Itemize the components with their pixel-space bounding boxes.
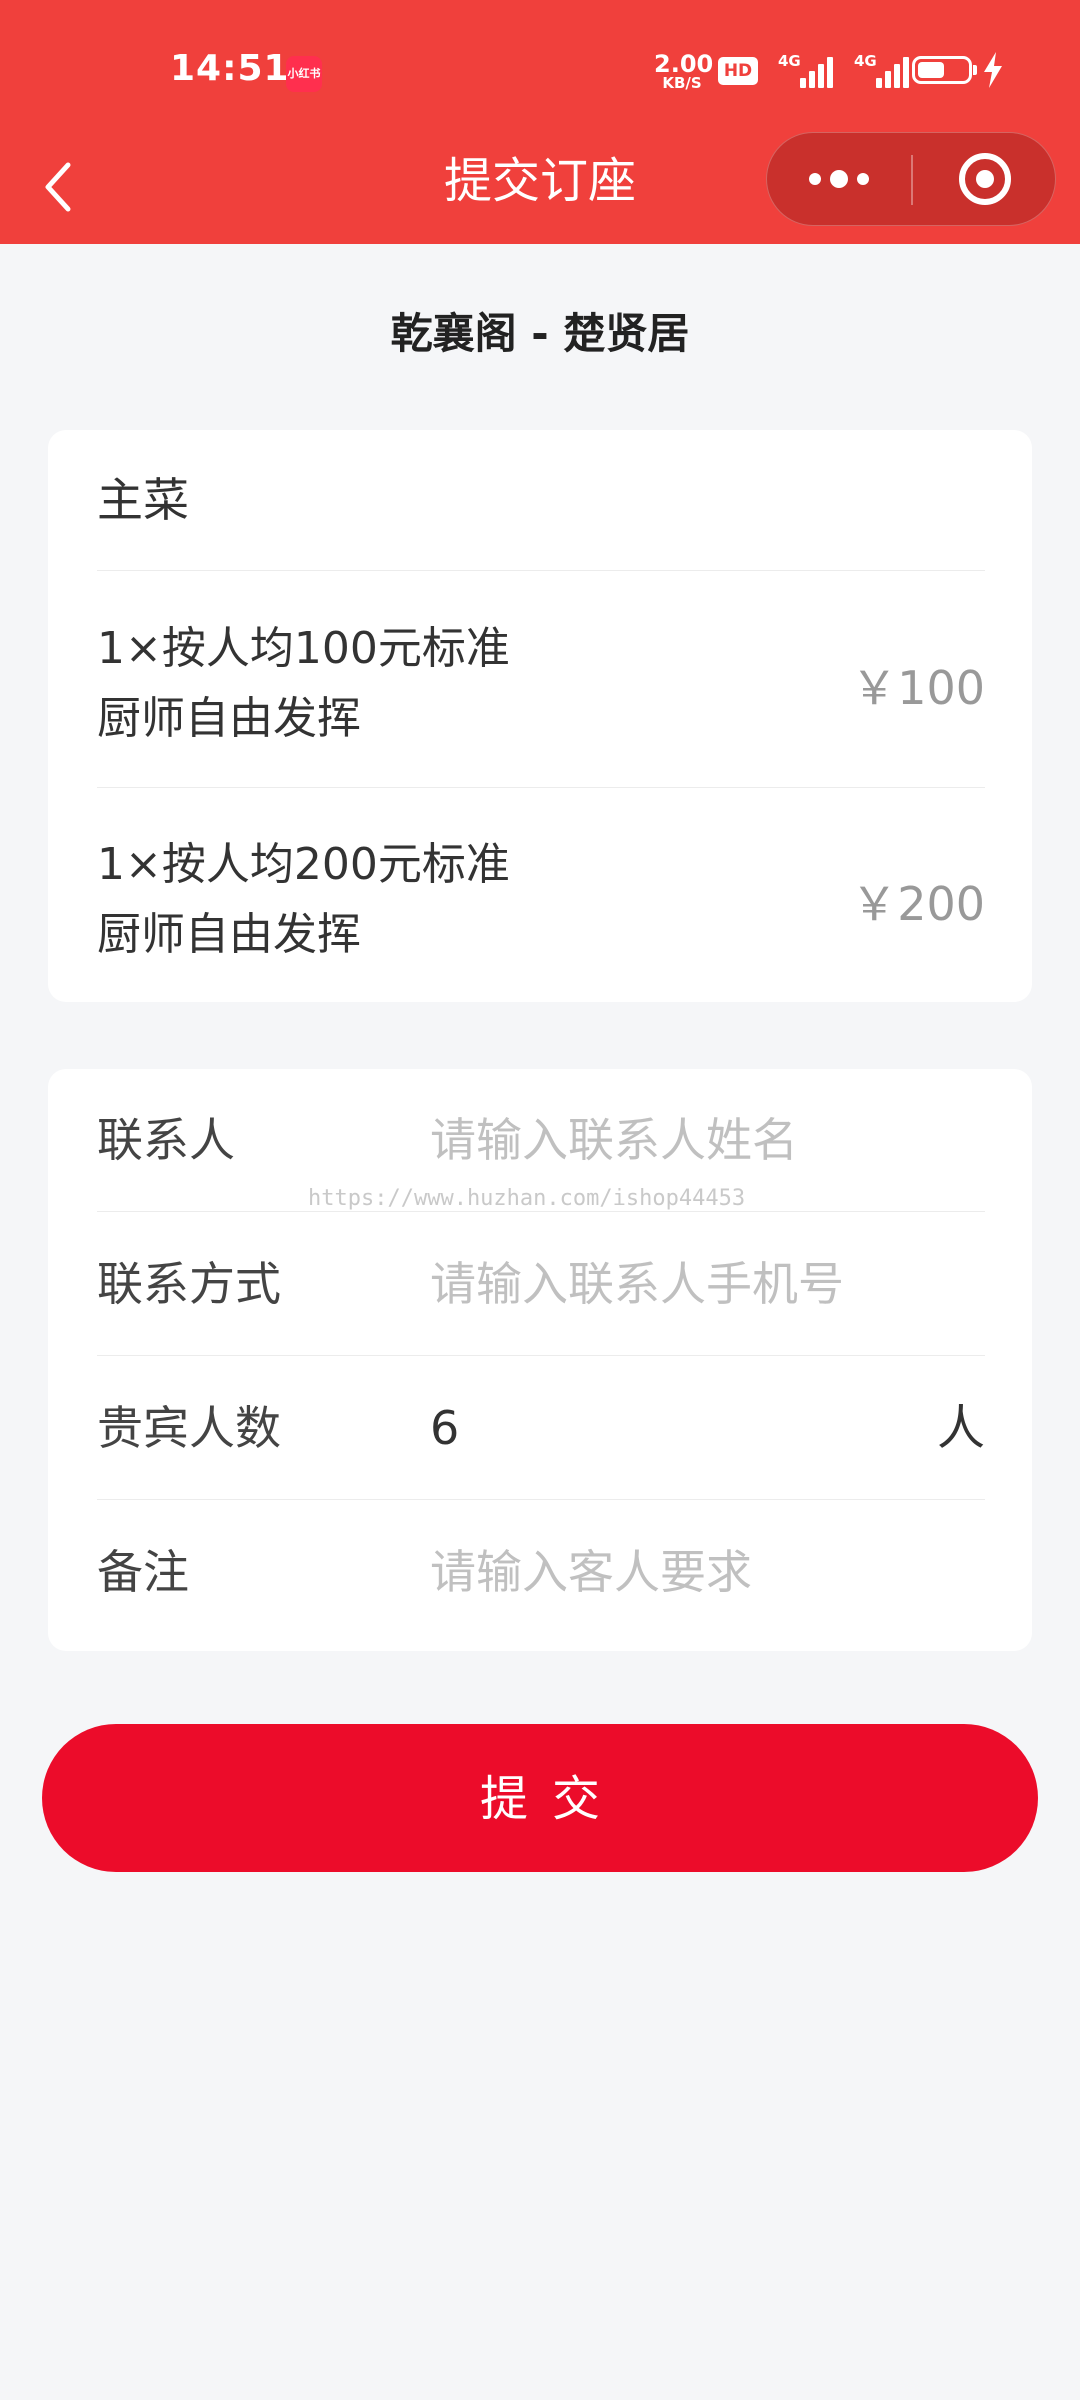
remark-label: 备注 [97,1545,189,1599]
miniprogram-capsule [766,132,1056,226]
phone-row: 联系方式 [48,1213,1032,1355]
network-speed: 2.00 KB/S [654,50,714,92]
contact-form-card: 联系人 联系方式 贵宾人数 人 备注 [48,1069,1032,1651]
phone-input[interactable] [430,1249,930,1319]
submit-button[interactable]: 提交 [42,1724,1038,1872]
navigation-bar: 提交订座 [0,130,1080,244]
dish-item: 1×按人均200元标准 厨师自由发挥 ￥200 [48,788,1032,1000]
dish-note: 厨师自由发挥 [97,909,361,960]
phone-label: 联系方式 [97,1257,281,1311]
dish-price: ￥200 [851,877,985,931]
contact-name-input[interactable] [430,1105,930,1175]
close-miniprogram-icon[interactable] [913,133,1057,225]
dish-standard: 1×按人均200元标准 [97,839,510,890]
hd-voice-icon: HD [718,57,758,85]
signal-type: 4G [854,52,877,70]
dish-item: 1×按人均100元标准 厨师自由发挥 ￥100 [48,572,1032,784]
network-speed-unit: KB/S [662,74,702,92]
remark-input[interactable] [430,1537,930,1607]
charging-icon [984,52,1002,88]
dish-list-card: 主菜 1×按人均100元标准 厨师自由发挥 ￥100 1×按人均200元标准 厨… [48,430,1032,1002]
signal-type: 4G [778,52,801,70]
signal-icon: 4G [774,52,836,90]
watermark-text: https://www.huzhan.com/ishop44453 [308,1186,746,1211]
network-speed-value: 2.00 [654,50,714,78]
status-time: 14:51 [170,48,290,89]
dish-standard: 1×按人均100元标准 [97,623,510,674]
battery-level [918,62,944,78]
notification-app-icon: 小红书 [286,56,322,92]
status-bar: 14:51 小红书 2.00 KB/S HD 4G 4G [0,0,1080,130]
section-title: 主菜 [97,473,189,527]
dish-price: ￥100 [851,661,985,715]
more-options-icon[interactable] [767,133,911,225]
battery-icon [912,56,977,84]
remark-row: 备注 [48,1501,1032,1643]
guest-count-row: 贵宾人数 人 [48,1357,1032,1499]
contact-name-label: 联系人 [97,1113,235,1167]
dish-name: 1×按人均200元标准 厨师自由发挥 [97,830,510,970]
guest-count-input[interactable] [430,1393,930,1463]
restaurant-name: 乾襄阁 - 楚贤居 [390,309,690,358]
guest-count-label: 贵宾人数 [97,1401,281,1455]
guest-count-unit: 人 [936,1400,985,1456]
dish-name: 1×按人均100元标准 厨师自由发挥 [97,614,510,754]
dish-note: 厨师自由发挥 [97,693,361,744]
signal-icon: 4G [850,52,912,90]
